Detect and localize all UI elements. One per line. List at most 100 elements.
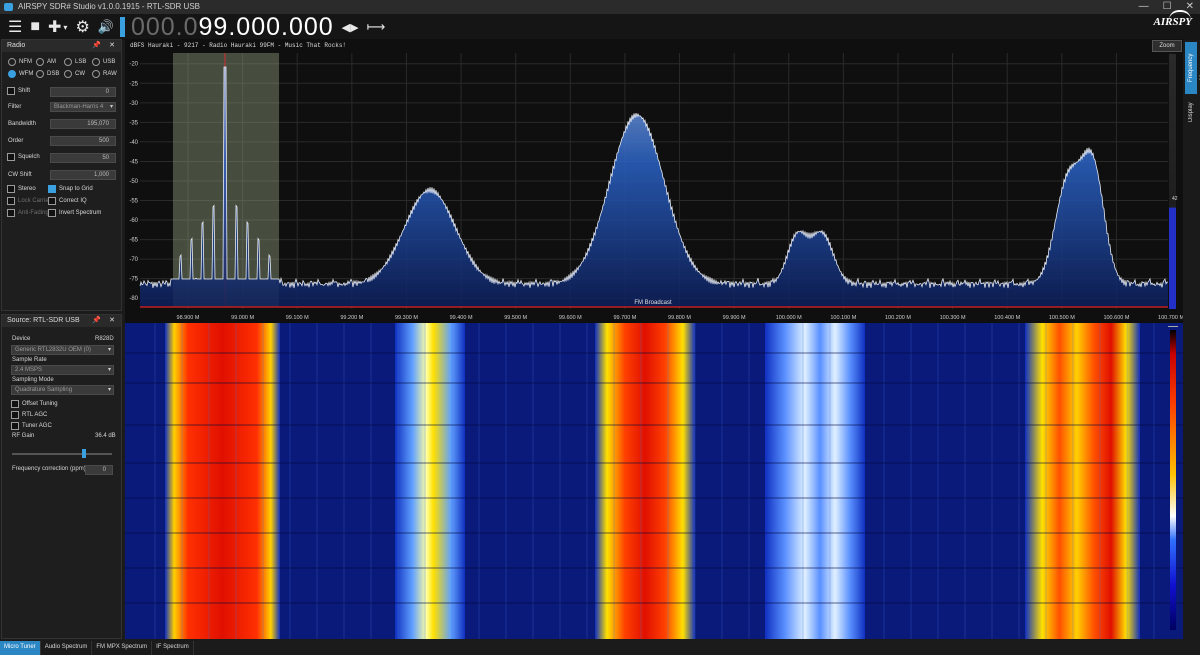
mode-radio-indicator[interactable] bbox=[8, 58, 16, 66]
mode-label: NFM bbox=[19, 59, 32, 65]
option-checkbox[interactable] bbox=[7, 197, 15, 205]
device-select[interactable]: Generic RTL2832U OEM (0) bbox=[11, 345, 114, 355]
source-panel: Source: RTL-SDR USB 📌 ✕ Device R828D Gen… bbox=[1, 314, 122, 639]
menu-icon[interactable]: ☰ bbox=[8, 16, 22, 38]
waterfall-signal-band bbox=[395, 323, 465, 639]
minimize-button[interactable]: — bbox=[1139, 0, 1149, 14]
offset-tuning-checkbox[interactable] bbox=[11, 400, 19, 408]
squelch-checkbox[interactable] bbox=[7, 153, 15, 161]
mode-raw[interactable]: RAW bbox=[92, 70, 117, 78]
freq-correction-field[interactable]: 0 bbox=[85, 465, 113, 475]
settings-icon[interactable]: ⚙ bbox=[75, 16, 89, 38]
filter-select[interactable]: Blackman-Harris 4 bbox=[50, 102, 116, 112]
mode-radio-indicator[interactable] bbox=[92, 70, 100, 78]
x-tick-label: 99.100 M bbox=[286, 315, 309, 321]
squelch-toggle[interactable]: Squelch bbox=[7, 153, 40, 161]
pin-icon[interactable]: 📌 bbox=[92, 40, 101, 52]
mode-wfm[interactable]: WFM bbox=[8, 70, 33, 78]
rf-gain-label: RF Gain bbox=[12, 433, 35, 439]
frequency-digits[interactable]: 99.000.000 bbox=[199, 13, 334, 42]
spectrum-gain-slider[interactable] bbox=[1169, 54, 1176, 309]
x-tick-label: 99.300 M bbox=[395, 315, 418, 321]
option-checkbox[interactable] bbox=[48, 197, 56, 205]
mode-cw[interactable]: CW bbox=[64, 70, 85, 78]
y-tick-label: -50 bbox=[129, 179, 138, 185]
mode-radio-indicator[interactable] bbox=[36, 70, 44, 78]
bandwidth-label: Bandwidth bbox=[8, 121, 37, 127]
close-icon[interactable]: ✕ bbox=[109, 315, 115, 327]
option-snap-to-grid[interactable]: Snap to Grid bbox=[48, 185, 93, 193]
stop-icon[interactable]: ■ bbox=[30, 16, 40, 38]
mode-radio-indicator[interactable] bbox=[36, 58, 44, 66]
mode-label: USB bbox=[103, 59, 116, 65]
option-checkbox[interactable] bbox=[48, 185, 56, 193]
mode-radio-indicator[interactable] bbox=[64, 70, 72, 78]
pin-icon[interactable]: 📌 bbox=[92, 315, 101, 327]
close-icon[interactable]: ✕ bbox=[109, 40, 115, 52]
shift-field[interactable]: 0 bbox=[50, 87, 116, 97]
mode-am[interactable]: AM bbox=[36, 58, 56, 66]
mode-radio-indicator[interactable] bbox=[64, 58, 72, 66]
waterfall-plot[interactable] bbox=[125, 323, 1183, 639]
spectrum-analyzer[interactable]: -20 -25 -30 -35 -40 -45 -50 -55 -60 -65 -70 -75 -80 9… bbox=[125, 39, 1184, 323]
sample-rate-select[interactable]: 2.4 MSPS bbox=[11, 365, 114, 375]
mode-usb[interactable]: USB bbox=[92, 58, 115, 66]
tuner-agc-toggle[interactable]: Tuner AGC bbox=[11, 422, 52, 430]
rf-gain-slider[interactable] bbox=[12, 453, 112, 455]
bottom-tab-audio-spectrum[interactable]: Audio Spectrum bbox=[41, 641, 93, 655]
option-lock-carrier[interactable]: Lock Carrier bbox=[7, 197, 51, 205]
y-tick-label: -60 bbox=[129, 218, 138, 224]
add-icon[interactable]: ✚ bbox=[48, 16, 61, 38]
spectrum-plot[interactable]: -20 -25 -30 -35 -40 -45 -50 -55 -60 -65 -70 -75 -80 9… bbox=[125, 39, 1184, 323]
rtl-agc-checkbox[interactable] bbox=[11, 411, 19, 419]
offset-tuning-label: Offset Tuning bbox=[22, 401, 58, 407]
waterfall-colorbar[interactable] bbox=[1170, 330, 1176, 630]
x-tick-label: 99.000 M bbox=[231, 315, 254, 321]
zoom-button[interactable]: Zoom bbox=[1152, 40, 1182, 52]
rtl-agc-toggle[interactable]: RTL AGC bbox=[11, 411, 47, 419]
tune-arrows-icon[interactable]: ◀▶ bbox=[342, 16, 359, 38]
mode-lsb[interactable]: LSB bbox=[64, 58, 86, 66]
option-correct-iq[interactable]: Correct IQ bbox=[48, 197, 87, 205]
frequency-display[interactable]: 000.0 99.000.000 bbox=[119, 13, 334, 42]
offset-tuning-toggle[interactable]: Offset Tuning bbox=[11, 400, 58, 408]
shift-checkbox[interactable] bbox=[7, 87, 15, 95]
option-checkbox[interactable] bbox=[48, 209, 56, 217]
bottom-tab-if-spectrum[interactable]: IF Spectrum bbox=[152, 641, 194, 655]
tab-display[interactable]: Display bbox=[1185, 98, 1197, 126]
sampling-mode-select[interactable]: Quadrature Sampling bbox=[11, 385, 114, 395]
volume-icon[interactable]: 🔊 bbox=[98, 16, 114, 38]
volume-slider-handle[interactable] bbox=[119, 17, 125, 37]
spectrum-gain-value: 42 bbox=[1172, 196, 1178, 202]
maximize-button[interactable]: ☐ bbox=[1163, 0, 1172, 14]
mode-radio-indicator[interactable] bbox=[92, 58, 100, 66]
x-tick-label: 100.700 M bbox=[1158, 315, 1183, 321]
option-checkbox[interactable] bbox=[7, 209, 15, 217]
shift-toggle[interactable]: Shift bbox=[7, 87, 30, 95]
order-field[interactable]: 500 bbox=[50, 136, 116, 146]
option-invert-spectrum[interactable]: Invert Spectrum bbox=[48, 209, 101, 217]
rf-gain-slider-knob[interactable] bbox=[82, 449, 86, 458]
mode-dsb[interactable]: DSB bbox=[36, 70, 59, 78]
option-checkbox[interactable] bbox=[7, 185, 15, 193]
option-stereo[interactable]: Stereo bbox=[7, 185, 36, 193]
span-icon[interactable]: ⟼ bbox=[367, 16, 386, 38]
frequency-leading-digits[interactable]: 000.0 bbox=[131, 13, 199, 42]
y-tick-label: -25 bbox=[129, 81, 138, 87]
tuner-agc-checkbox[interactable] bbox=[11, 422, 19, 430]
option-anti-fading[interactable]: Anti-Fading bbox=[7, 209, 49, 217]
radio-panel: Radio 📌 ✕ NFM AM LSB USB WFM DSB CW RAW Shift 0… bbox=[1, 39, 122, 311]
squelch-field[interactable]: 50 bbox=[50, 153, 116, 163]
bandwidth-field[interactable]: 195,070 bbox=[50, 119, 116, 129]
cw-shift-field[interactable]: 1,000 bbox=[50, 170, 116, 180]
mode-radio-indicator[interactable] bbox=[8, 70, 16, 78]
bottom-tab-micro-tuner[interactable]: Micro Tuner bbox=[0, 641, 41, 655]
mode-label: WFM bbox=[19, 71, 34, 77]
bottom-tab-fm-mpx-spectrum[interactable]: FM MPX Spectrum bbox=[92, 641, 153, 655]
mode-nfm[interactable]: NFM bbox=[8, 58, 32, 66]
add-dropdown-icon[interactable]: ▾ bbox=[63, 16, 67, 38]
y-tick-label: -55 bbox=[129, 199, 138, 205]
mode-label: RAW bbox=[103, 71, 117, 77]
waterfall-display[interactable] bbox=[125, 323, 1183, 639]
tab-frequency-manager[interactable]: Frequency Manager bbox=[1185, 42, 1197, 94]
